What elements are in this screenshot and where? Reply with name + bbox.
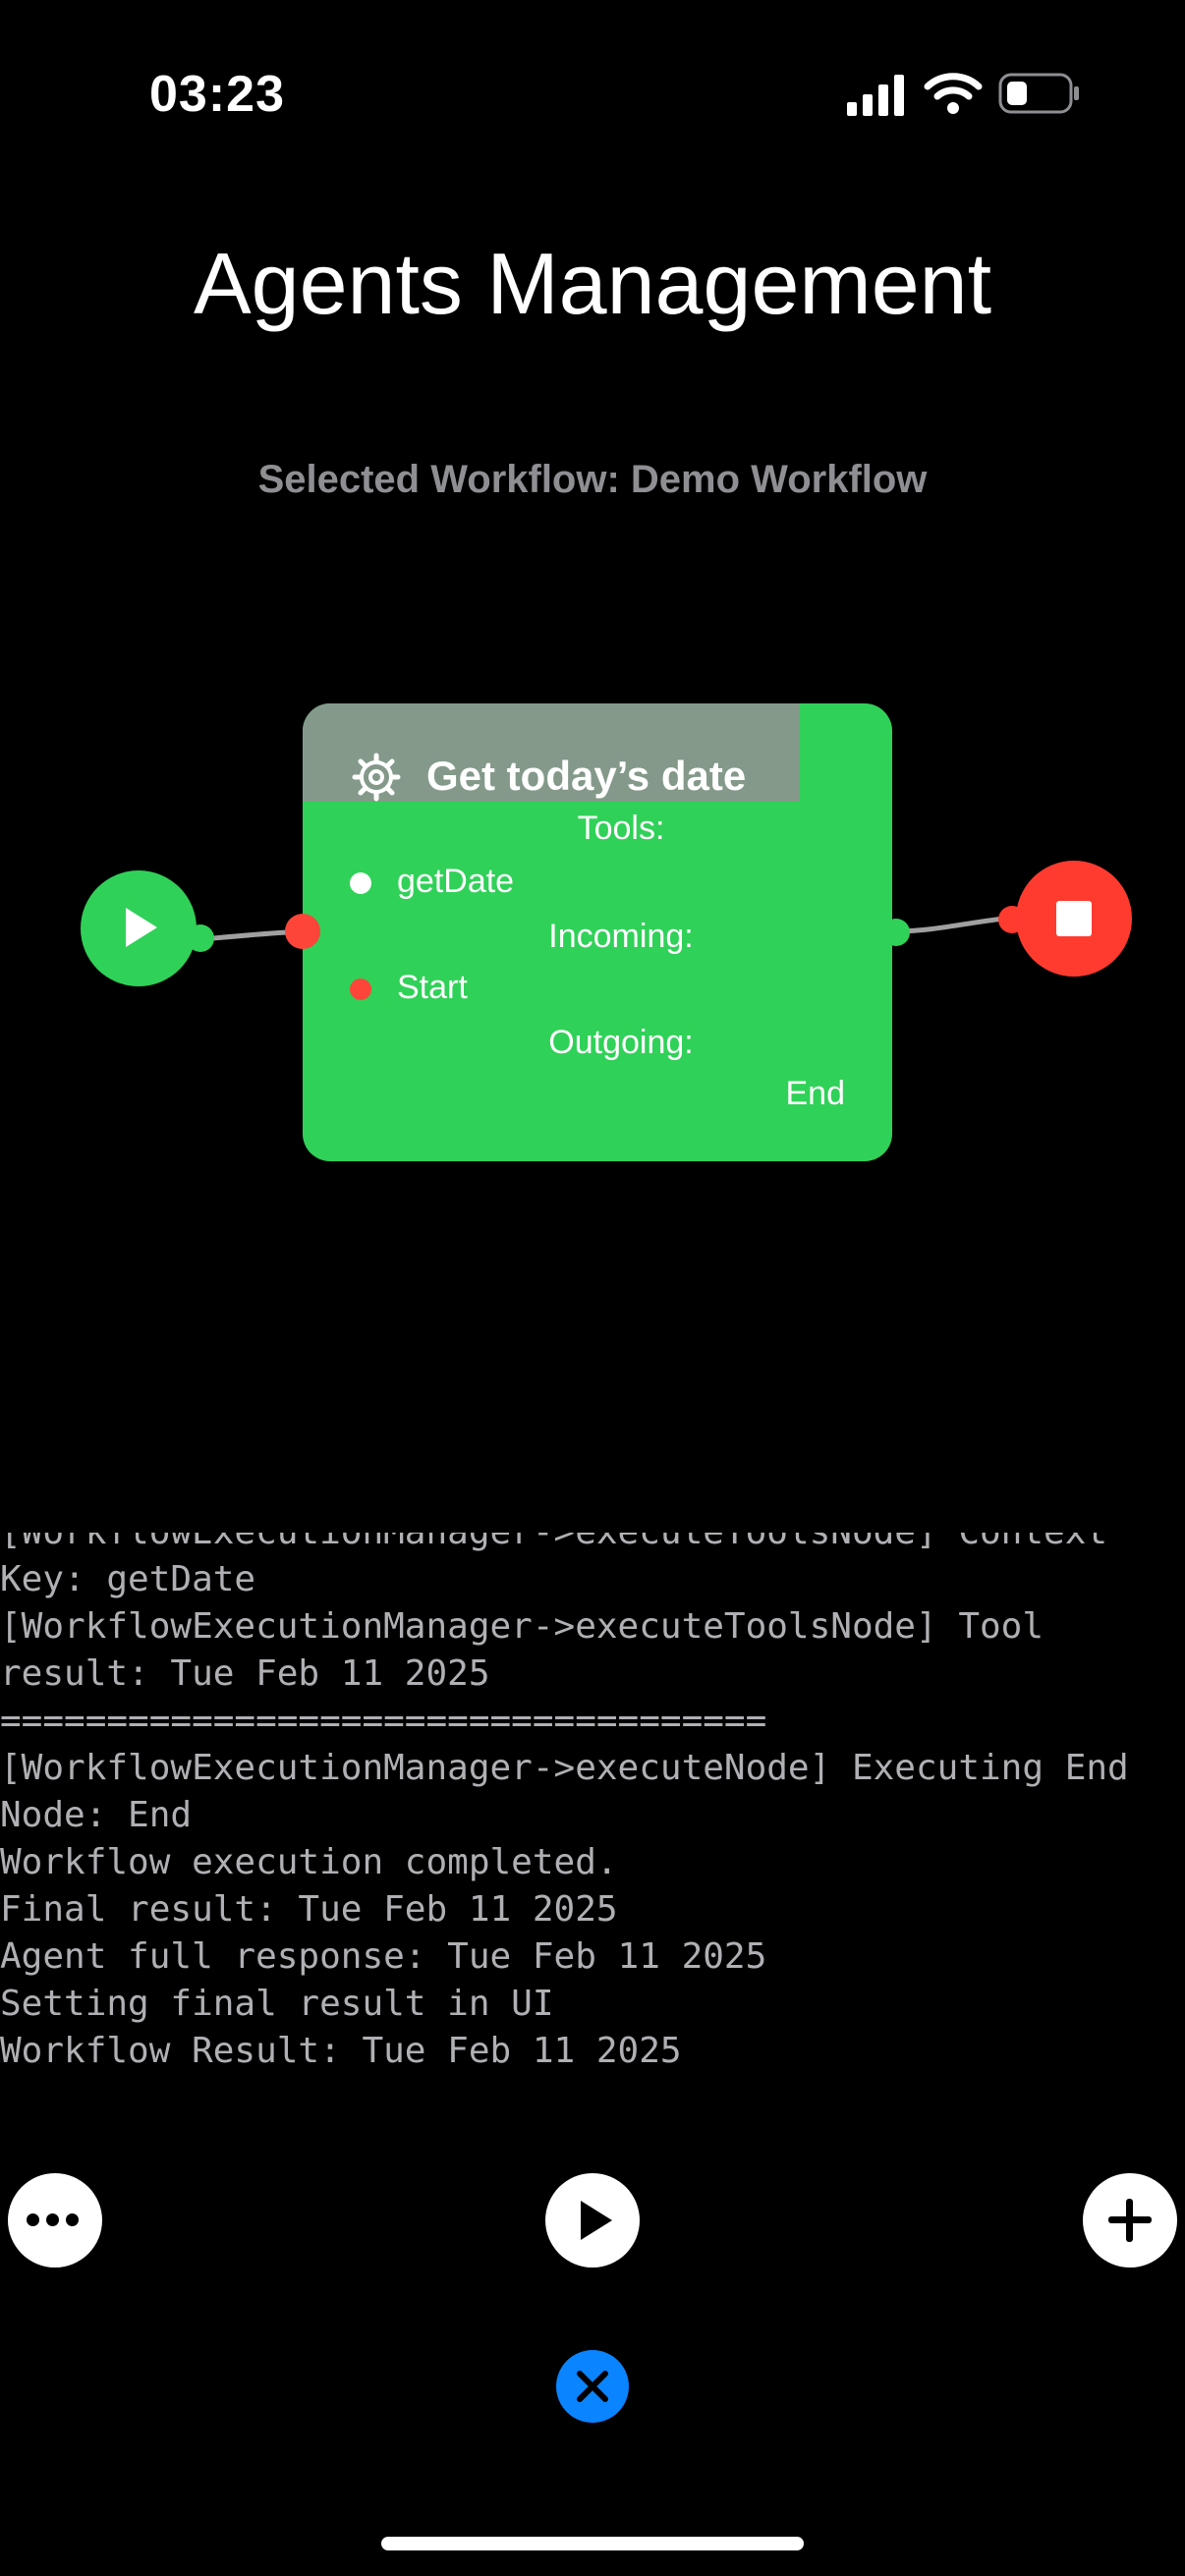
workflow-node-card[interactable]: Get today’s date Tools: getDate Incoming…: [303, 703, 892, 1161]
outgoing-label: Outgoing:: [548, 1024, 694, 1061]
log-line: Workflow execution completed.: [0, 1842, 618, 1882]
run-workflow-button[interactable]: [545, 2173, 640, 2268]
play-icon: [126, 908, 157, 947]
log-line: Node: End: [0, 1795, 193, 1835]
more-button[interactable]: [8, 2173, 102, 2268]
log-line: Final result: Tue Feb 11 2025: [0, 1889, 618, 1930]
node-output-port[interactable]: [882, 919, 910, 946]
start-output-port[interactable]: [187, 924, 214, 952]
play-icon: [581, 2201, 612, 2240]
node-title: Get today’s date: [426, 753, 747, 799]
log-line: ====================================: [0, 1701, 767, 1741]
home-indicator: [381, 2537, 804, 2550]
log-line: Key: getDate: [0, 1559, 256, 1599]
gear-icon: [352, 753, 401, 802]
tool-dot: [350, 872, 371, 894]
log-line: [WorkflowExecutionManager->executeToolsN…: [0, 1533, 1129, 1556]
incoming-dot: [350, 979, 371, 1000]
close-button[interactable]: [556, 2350, 629, 2423]
incoming-label: Incoming:: [548, 918, 694, 955]
outgoing-item: End: [785, 1075, 846, 1112]
start-node[interactable]: [81, 870, 197, 986]
add-node-button[interactable]: [1083, 2173, 1177, 2268]
log-line: Setting final result in UI: [0, 1984, 554, 2024]
tools-label: Tools:: [577, 810, 665, 847]
log-line: result: Tue Feb 11 2025: [0, 1653, 490, 1694]
tool-item: getDate: [397, 863, 515, 900]
log-line: [WorkflowExecutionManager->executeNode] …: [0, 1748, 1129, 1788]
close-icon: [577, 2371, 608, 2402]
log-line: Workflow Result: Tue Feb 11 2025: [0, 2031, 682, 2071]
more-icon: [27, 2213, 85, 2231]
log-line: [WorkflowExecutionManager->executeToolsN…: [0, 1606, 1044, 1647]
node-input-port[interactable]: [285, 914, 320, 949]
log-line: Agent full response: Tue Feb 11 2025: [0, 1936, 767, 1977]
stop-icon: [1056, 901, 1092, 936]
incoming-item: Start: [397, 969, 468, 1006]
console-log[interactable]: [WorkflowExecutionManager->executeToolsN…: [0, 1533, 1185, 2102]
end-node[interactable]: [1016, 861, 1132, 977]
